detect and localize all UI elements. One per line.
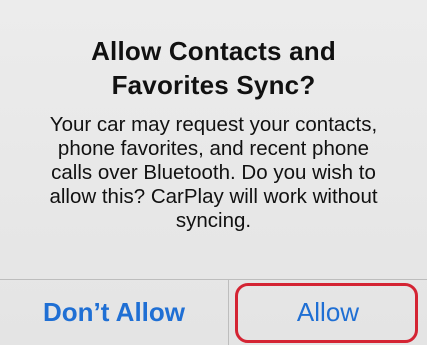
- dialog-message-line-1: Your car may request your contacts,: [49, 113, 378, 136]
- dialog-message: Your car may request your contacts, phon…: [30, 113, 397, 233]
- allow-button-label: Allow: [296, 297, 360, 327]
- dialog-message-line-3: calls over Bluetooth. Do you wish to: [51, 161, 376, 184]
- dialog-message-line-2: phone favorites, and recent phone: [57, 137, 370, 160]
- dialog-message-line-4: allow this? CarPlay will work without: [49, 185, 378, 208]
- alert-dialog: Allow Contacts and Favorites Sync? Your …: [0, 0, 427, 345]
- dialog-title-line-1: Allow Contacts and: [91, 36, 336, 66]
- dont-allow-button[interactable]: Don’t Allow: [0, 280, 228, 345]
- allow-button[interactable]: Allow: [229, 280, 427, 345]
- dialog-title-line-2: Favorites Sync?: [111, 70, 316, 100]
- dialog-title: Allow Contacts and Favorites Sync?: [20, 34, 407, 102]
- dialog-message-line-5: syncing.: [175, 209, 252, 232]
- dont-allow-button-label: Don’t Allow: [42, 297, 185, 327]
